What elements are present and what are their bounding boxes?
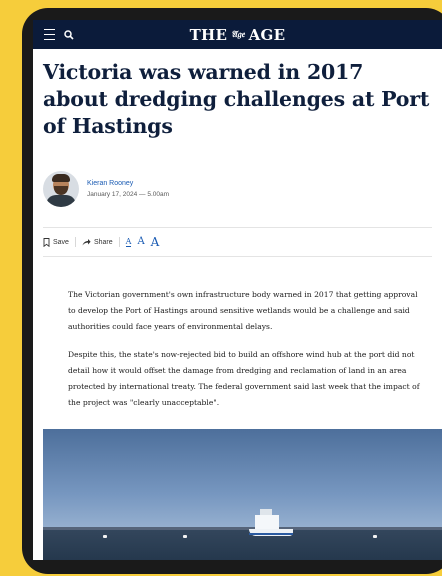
toolbar-divider (118, 237, 120, 247)
article-hero-image[interactable] (43, 429, 442, 560)
share-arrow-icon (82, 239, 91, 246)
article-header: Victoria was warned in 2017 about dredgi… (33, 59, 442, 257)
font-size-medium-button[interactable]: A (137, 237, 144, 247)
bookmark-icon (43, 237, 50, 247)
share-button[interactable]: Share (82, 238, 113, 246)
save-button[interactable]: Save (43, 237, 69, 247)
search-icon[interactable] (61, 27, 77, 43)
hamburger-menu-icon[interactable] (41, 27, 57, 43)
article-toolbar: Save Share A A A (43, 227, 432, 257)
masthead-left: THE (189, 25, 228, 44)
article-paragraph: Despite this, the state's now-rejected b… (68, 350, 420, 407)
share-label: Share (93, 238, 113, 246)
toolbar-divider (74, 237, 76, 247)
save-label: Save (53, 238, 69, 246)
article-paragraph: The Victorian government's own infrastru… (68, 290, 418, 331)
article-headline: Victoria was warned in 2017 about dredgi… (43, 60, 430, 138)
masthead-right: AGE (248, 25, 286, 44)
screen: THE 𝔄𝔤𝔢 AGE Victoria was warned in 2017 … (33, 20, 442, 560)
byline: Kieran Rooney January 17, 2024 — 5.00am (43, 171, 432, 207)
masthead-crest: 𝔄𝔤𝔢 (231, 29, 245, 40)
publish-date: January 17, 2024 — 5.00am (87, 191, 170, 198)
font-size-large-button[interactable]: A (151, 236, 160, 248)
top-nav: THE 𝔄𝔤𝔢 AGE (33, 20, 442, 49)
masthead-logo[interactable]: THE 𝔄𝔤𝔢 AGE (33, 20, 442, 49)
author-name-link[interactable]: Kieran Rooney (87, 179, 169, 188)
author-avatar[interactable] (43, 171, 79, 207)
article-body: The Victorian government's own infrastru… (68, 287, 425, 411)
font-size-small-button[interactable]: A (125, 237, 132, 247)
